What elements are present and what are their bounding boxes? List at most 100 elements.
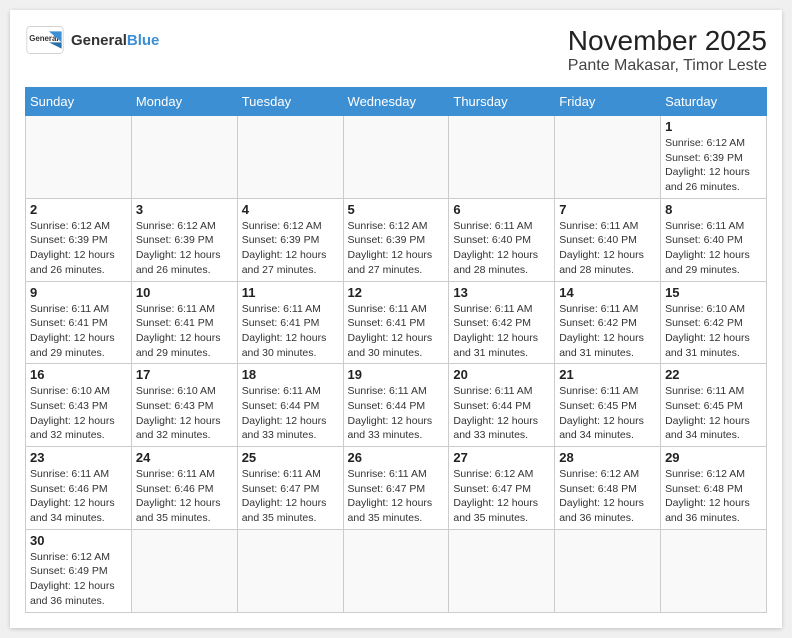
table-row: 26 Sunrise: 6:11 AMSunset: 6:47 PMDayligh…	[343, 447, 449, 530]
day-number: 13	[453, 285, 550, 300]
day-number: 11	[242, 285, 339, 300]
table-row: 3 Sunrise: 6:12 AMSunset: 6:39 PMDaylight…	[131, 198, 237, 281]
table-row: 22 Sunrise: 6:11 AMSunset: 6:45 PMDayligh…	[661, 364, 767, 447]
page-header: General GeneralBlue November 2025 Pante …	[25, 25, 767, 75]
col-sunday: Sunday	[26, 88, 132, 116]
day-number: 2	[30, 202, 127, 217]
day-number: 22	[665, 367, 762, 382]
day-number: 1	[665, 119, 762, 134]
day-number: 24	[136, 450, 233, 465]
day-info: Sunrise: 6:11 AMSunset: 6:46 PMDaylight:…	[30, 467, 127, 526]
day-number: 16	[30, 367, 127, 382]
table-row: 2 Sunrise: 6:12 AMSunset: 6:39 PMDaylight…	[26, 198, 132, 281]
table-row	[343, 529, 449, 612]
calendar-table: Sunday Monday Tuesday Wednesday Thursday…	[25, 87, 767, 613]
table-row	[661, 529, 767, 612]
table-row: 16Sunrise: 6:10 AMSunset: 6:43 PMDayligh…	[26, 364, 132, 447]
day-info: Sunrise: 6:11 AMSunset: 6:41 PMDaylight:…	[30, 302, 127, 361]
table-row	[555, 116, 661, 199]
day-info: Sunrise: 6:12 AMSunset: 6:39 PMDaylight:…	[30, 219, 127, 278]
table-row: 25Sunrise: 6:11 AMSunset: 6:47 PMDayligh…	[237, 447, 343, 530]
day-number: 15	[665, 285, 762, 300]
table-row: 15 Sunrise: 6:10 AMSunset: 6:42 PMDayligh…	[661, 281, 767, 364]
day-info: Sunrise: 6:12 AMSunset: 6:39 PMDaylight:…	[665, 136, 762, 195]
day-info: Sunrise: 6:11 AMSunset: 6:40 PMDaylight:…	[453, 219, 550, 278]
table-row	[449, 529, 555, 612]
day-info: Sunrise: 6:11 AMSunset: 6:46 PMDaylight:…	[136, 467, 233, 526]
day-info: Sunrise: 6:11 AMSunset: 6:47 PMDaylight:…	[348, 467, 445, 526]
table-row: 1 Sunrise: 6:12 AMSunset: 6:39 PMDaylight…	[661, 116, 767, 199]
day-info: Sunrise: 6:11 AMSunset: 6:41 PMDaylight:…	[348, 302, 445, 361]
col-wednesday: Wednesday	[343, 88, 449, 116]
table-row: 24 Sunrise: 6:11 AMSunset: 6:46 PMDayligh…	[131, 447, 237, 530]
day-info: Sunrise: 6:12 AMSunset: 6:48 PMDaylight:…	[665, 467, 762, 526]
calendar-week-row: 23 Sunrise: 6:11 AMSunset: 6:46 PMDayligh…	[26, 447, 767, 530]
table-row: 28 Sunrise: 6:12 AMSunset: 6:48 PMDayligh…	[555, 447, 661, 530]
table-row	[555, 529, 661, 612]
day-info: Sunrise: 6:10 AMSunset: 6:42 PMDaylight:…	[665, 302, 762, 361]
table-row	[237, 116, 343, 199]
calendar-header-row: Sunday Monday Tuesday Wednesday Thursday…	[26, 88, 767, 116]
day-info: Sunrise: 6:11 AMSunset: 6:42 PMDaylight:…	[559, 302, 656, 361]
day-number: 25	[242, 450, 339, 465]
day-number: 10	[136, 285, 233, 300]
day-info: Sunrise: 6:12 AMSunset: 6:39 PMDaylight:…	[242, 219, 339, 278]
table-row: 4 Sunrise: 6:12 AMSunset: 6:39 PMDaylight…	[237, 198, 343, 281]
col-thursday: Thursday	[449, 88, 555, 116]
table-row: 10 Sunrise: 6:11 AMSunset: 6:41 PMDayligh…	[131, 281, 237, 364]
calendar-week-row: 16 Sunrise: 6:10 AMSunset: 6:43 PMDayligh…	[26, 364, 767, 447]
table-row	[449, 116, 555, 199]
table-row: 17 Sunrise: 6:10 AMSunset: 6:43 PMDayligh…	[131, 364, 237, 447]
calendar-week-row: 30 Sunrise: 6:12 AMSunset: 6:49 PMDayligh…	[26, 529, 767, 612]
day-number: 26	[348, 450, 445, 465]
day-number: 27	[453, 450, 550, 465]
logo: General GeneralBlue	[25, 25, 159, 55]
col-monday: Monday	[131, 88, 237, 116]
day-number: 29	[665, 450, 762, 465]
day-info: Sunrise: 6:11 AMSunset: 6:42 PMDaylight:…	[453, 302, 550, 361]
table-row: 27Sunrise: 6:12 AMSunset: 6:47 PMDayligh…	[449, 447, 555, 530]
table-row: 12 Sunrise: 6:11 AMSunset: 6:41 PMDayligh…	[343, 281, 449, 364]
day-info: Sunrise: 6:11 AMSunset: 6:45 PMDaylight:…	[665, 384, 762, 443]
table-row	[26, 116, 132, 199]
day-number: 18	[242, 367, 339, 382]
table-row: 14 Sunrise: 6:11 AMSunset: 6:42 PMDayligh…	[555, 281, 661, 364]
calendar-week-row: 1 Sunrise: 6:12 AMSunset: 6:39 PMDaylight…	[26, 116, 767, 199]
day-number: 5	[348, 202, 445, 217]
day-number: 17	[136, 367, 233, 382]
day-info: Sunrise: 6:11 AMSunset: 6:41 PMDaylight:…	[242, 302, 339, 361]
day-number: 28	[559, 450, 656, 465]
day-number: 21	[559, 367, 656, 382]
day-info: Sunrise: 6:10 AMSunset: 6:43 PMDaylight:…	[136, 384, 233, 443]
title-block: November 2025 Pante Makasar, Timor Leste	[568, 25, 767, 75]
table-row: 18Sunrise: 6:11 AMSunset: 6:44 PMDayligh…	[237, 364, 343, 447]
table-row: 5 Sunrise: 6:12 AMSunset: 6:39 PMDaylight…	[343, 198, 449, 281]
day-info: Sunrise: 6:11 AMSunset: 6:41 PMDaylight:…	[136, 302, 233, 361]
table-row	[131, 116, 237, 199]
day-number: 20	[453, 367, 550, 382]
table-row	[237, 529, 343, 612]
day-info: Sunrise: 6:12 AMSunset: 6:39 PMDaylight:…	[136, 219, 233, 278]
table-row: 30 Sunrise: 6:12 AMSunset: 6:49 PMDayligh…	[26, 529, 132, 612]
calendar-week-row: 9 Sunrise: 6:11 AMSunset: 6:41 PMDaylight…	[26, 281, 767, 364]
calendar-page: General GeneralBlue November 2025 Pante …	[10, 10, 782, 628]
day-info: Sunrise: 6:12 AMSunset: 6:49 PMDaylight:…	[30, 550, 127, 609]
day-number: 30	[30, 533, 127, 548]
table-row: 19Sunrise: 6:11 AMSunset: 6:44 PMDayligh…	[343, 364, 449, 447]
day-number: 23	[30, 450, 127, 465]
day-number: 9	[30, 285, 127, 300]
table-row: 20Sunrise: 6:11 AMSunset: 6:44 PMDayligh…	[449, 364, 555, 447]
day-info: Sunrise: 6:12 AMSunset: 6:48 PMDaylight:…	[559, 467, 656, 526]
day-number: 4	[242, 202, 339, 217]
day-number: 8	[665, 202, 762, 217]
table-row: 9 Sunrise: 6:11 AMSunset: 6:41 PMDaylight…	[26, 281, 132, 364]
logo-text: GeneralBlue	[71, 32, 159, 49]
day-number: 3	[136, 202, 233, 217]
day-number: 6	[453, 202, 550, 217]
table-row	[343, 116, 449, 199]
table-row: 23 Sunrise: 6:11 AMSunset: 6:46 PMDayligh…	[26, 447, 132, 530]
day-info: Sunrise: 6:12 AMSunset: 6:39 PMDaylight:…	[348, 219, 445, 278]
day-number: 14	[559, 285, 656, 300]
day-number: 12	[348, 285, 445, 300]
day-info: Sunrise: 6:11 AMSunset: 6:40 PMDaylight:…	[559, 219, 656, 278]
